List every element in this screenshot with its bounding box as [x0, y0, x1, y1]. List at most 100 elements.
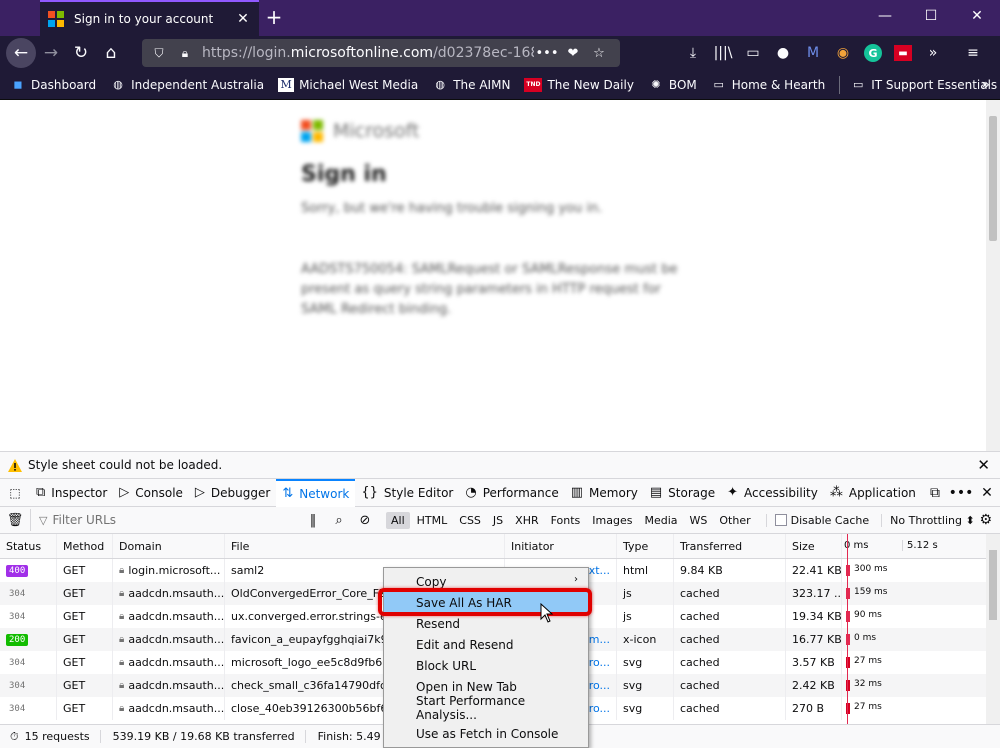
cell-waterfall: 159 ms	[842, 582, 986, 605]
table-scrollbar-thumb[interactable]	[989, 550, 997, 620]
active-tab[interactable]: Sign in to your account ✕	[40, 0, 259, 36]
bookmark-home-hearth[interactable]: ▭ Home & Hearth	[711, 78, 826, 92]
col-status[interactable]: Status	[0, 534, 57, 558]
minimize-button[interactable]: —	[862, 0, 908, 32]
element-picker-icon[interactable]: ⬚	[0, 479, 30, 507]
cell-size: 3.57 KB	[786, 651, 842, 674]
tab-inspector[interactable]: ⧉ Inspector	[30, 479, 113, 507]
page-scrollbar[interactable]	[986, 100, 1000, 451]
extension-avatar-icon[interactable]: ◉	[828, 36, 858, 70]
scrollbar-thumb[interactable]	[989, 116, 997, 241]
forward-button[interactable]: →	[36, 38, 66, 68]
lock-icon[interactable]: 🔒︎	[176, 46, 194, 61]
filter-all[interactable]: All	[386, 511, 410, 529]
hamburger-menu-icon[interactable]: ≡	[958, 36, 988, 70]
bookmark-bom[interactable]: ✺ BOM	[648, 78, 696, 92]
menu-start-performance-analysis[interactable]: Start Performance Analysis...	[384, 694, 588, 722]
throttling-select[interactable]: No Throttling ⬍	[881, 513, 975, 527]
filter-fonts[interactable]: Fonts	[546, 512, 586, 529]
col-domain[interactable]: Domain	[113, 534, 225, 558]
folder-icon: ▭	[852, 78, 864, 91]
tab-accessibility[interactable]: ✦ Accessibility	[721, 479, 824, 507]
timing-label: 32 ms	[854, 679, 882, 689]
bookmark-the-new-daily[interactable]: TND The New Daily	[524, 77, 634, 92]
devtools-menu-icon[interactable]: •••	[948, 485, 974, 501]
search-icon[interactable]: ⌕	[326, 513, 352, 528]
col-initiator[interactable]: Initiator	[505, 534, 617, 558]
tab-memory[interactable]: ▥ Memory	[565, 479, 644, 507]
devtools-close-icon[interactable]: ✕	[974, 485, 1000, 501]
url-bar[interactable]: ⛉ 🔒︎ https://login.microsoftonline.com/d…	[142, 39, 620, 67]
table-scrollbar[interactable]	[986, 534, 1000, 724]
filter-urls-input[interactable]: ▽ Filter URLs	[30, 509, 300, 531]
malwarebytes-icon[interactable]: M	[798, 36, 828, 70]
col-size[interactable]: Size	[786, 534, 842, 558]
dock-icon[interactable]: ⧉	[922, 485, 948, 501]
bookmark-independent-australia[interactable]: ◍ Independent Australia	[110, 78, 264, 92]
maximize-button[interactable]: ☐	[908, 0, 954, 32]
overflow-menu-icon[interactable]: »	[918, 36, 948, 70]
mouse-cursor-icon	[540, 603, 554, 623]
filter-media[interactable]: Media	[639, 512, 682, 529]
col-method[interactable]: Method	[57, 534, 113, 558]
bookmark-michael-west-media[interactable]: M Michael West Media	[278, 77, 418, 92]
tab-performance[interactable]: ◔ Performance	[459, 479, 564, 507]
filter-js[interactable]: JS	[488, 512, 508, 529]
extension-dark-icon[interactable]: ●	[768, 36, 798, 70]
trash-icon[interactable]: 🗑︎	[0, 513, 30, 528]
new-tab-button[interactable]: +	[259, 0, 289, 34]
pocket-icon[interactable]: ❤	[560, 46, 586, 61]
transferred-total: 539.19 KB / 19.68 KB transferred	[113, 730, 306, 743]
filter-css[interactable]: CSS	[454, 512, 486, 529]
checkbox[interactable]	[774, 514, 787, 526]
page-actions-icon[interactable]: •••	[534, 46, 560, 61]
tab-application[interactable]: ⁂ Application	[824, 479, 922, 507]
tab-network[interactable]: ⇅ Network	[276, 478, 356, 507]
tab-debugger[interactable]: ▷ Debugger	[189, 479, 276, 507]
menu-edit-and-resend[interactable]: Edit and Resend	[384, 634, 588, 655]
block-icon[interactable]: ⊘	[352, 513, 378, 528]
extension-red-icon[interactable]: ▬	[888, 36, 918, 70]
bookmarks-overflow-icon[interactable]: »	[981, 77, 990, 93]
col-type[interactable]: Type	[617, 534, 674, 558]
bookmark-star-icon[interactable]: ☆	[586, 46, 612, 61]
filter-html[interactable]: HTML	[412, 512, 453, 529]
gear-icon[interactable]: ⚙	[979, 512, 992, 528]
grammarly-icon[interactable]: G	[858, 36, 888, 70]
col-transferred[interactable]: Transferred	[674, 534, 786, 558]
col-waterfall[interactable]: 0 ms 5.12 s	[842, 534, 986, 558]
shield-icon[interactable]: ⛉	[150, 46, 168, 61]
tab-close-icon[interactable]: ✕	[235, 11, 251, 27]
type-filters: All HTML CSS JS XHR Fonts Images Media W…	[386, 511, 758, 529]
menu-block-url[interactable]: Block URL	[384, 655, 588, 676]
cell-transferred: cached	[674, 582, 786, 605]
col-file[interactable]: File	[225, 534, 505, 558]
disable-cache-checkbox[interactable]: Disable Cache	[765, 513, 869, 527]
reload-button[interactable]: ↻	[66, 38, 96, 68]
window-close-button[interactable]: ✕	[954, 0, 1000, 32]
filter-xhr[interactable]: XHR	[510, 512, 543, 529]
filter-ws[interactable]: WS	[685, 512, 713, 529]
menu-resend[interactable]: Resend	[384, 613, 588, 634]
tab-style-editor[interactable]: {} Style Editor	[355, 479, 459, 507]
bookmark-the-aimn[interactable]: ◍ The AIMN	[432, 78, 510, 92]
mwm-logo-icon: M	[278, 77, 295, 92]
filter-images[interactable]: Images	[587, 512, 637, 529]
bookmark-it-support-essentials[interactable]: ▭ IT Support Essentials	[839, 75, 997, 94]
pause-icon[interactable]: ‖	[300, 513, 326, 528]
tab-console[interactable]: ▷ Console	[113, 479, 189, 507]
tab-storage[interactable]: ▤ Storage	[644, 479, 721, 507]
bookmark-dashboard[interactable]: ◼ Dashboard	[10, 78, 96, 92]
menu-use-as-fetch[interactable]: Use as Fetch in Console	[384, 723, 588, 744]
home-button[interactable]: ⌂	[96, 38, 126, 68]
sidebar-icon[interactable]: ▭	[738, 36, 768, 70]
notification-close-icon[interactable]: ✕	[977, 456, 990, 474]
library-icon[interactable]: |||\	[708, 36, 738, 70]
cell-waterfall: 90 ms	[842, 605, 986, 628]
filter-other[interactable]: Other	[714, 512, 755, 529]
cell-type: html	[617, 559, 674, 582]
url-text[interactable]: https://login.microsoftonline.com/d02378…	[202, 45, 534, 61]
downloads-icon[interactable]: ⤓	[678, 36, 708, 70]
lock-icon: 🔒︎	[119, 588, 125, 599]
back-button[interactable]: ←	[6, 38, 36, 68]
